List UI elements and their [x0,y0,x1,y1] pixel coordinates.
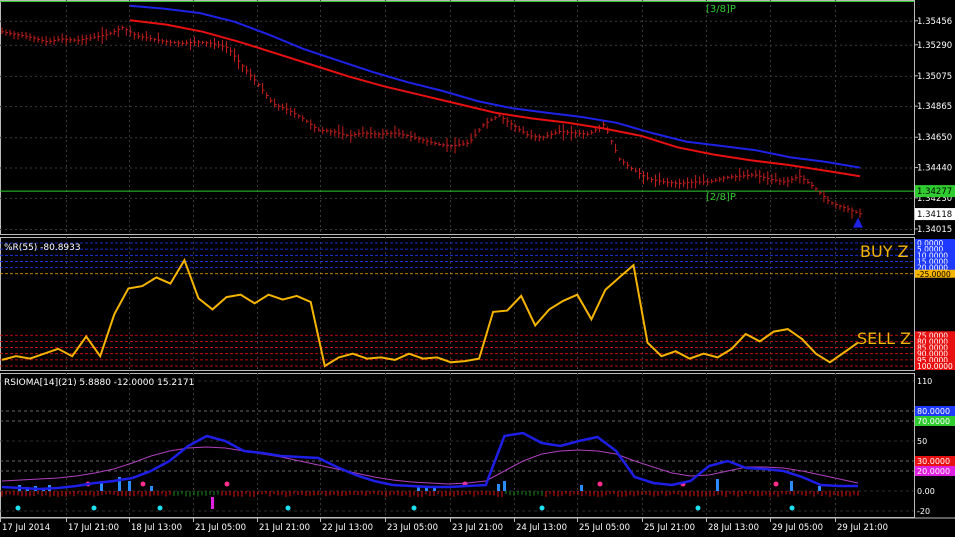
signal-dot-magenta [224,481,230,487]
time-tick-label: 25 Jul 21:00 [644,523,695,533]
rsioma-tick-label: -20 [917,507,930,516]
sell-zone-label: SELL Z [857,329,911,348]
signal-bar-magenta [211,497,214,509]
signal-dot-cyan [91,505,97,511]
rsioma-positive-bar [150,486,153,491]
signal-dot-cyan [789,505,795,511]
current-price-label: 1.34118 [917,210,952,220]
wpr-tick-label: 100.0000 [917,362,953,371]
rsioma-tick-label: 20.0000 [917,467,950,476]
time-tick-label: 17 Jul 2014 [2,523,50,533]
time-tick-label: 29 Jul 05:00 [772,523,823,533]
signal-dot-cyan [539,505,545,511]
time-tick-label: 17 Jul 21:00 [68,523,119,533]
signal-dot-magenta [597,481,603,487]
time-tick-label: 25 Jul 05:00 [579,523,630,533]
rsioma-tick-label: 110 [917,377,932,386]
time-tick-label: 21 Jul 05:00 [195,523,246,533]
signal-dot-cyan [15,505,21,511]
rsioma-positive-bar [503,481,506,491]
lower-pivot-label: [2/8]P [706,192,736,203]
time-tick-label: 22 Jul 13:00 [322,523,373,533]
buy-zone-label: BUY Z [860,242,909,261]
signal-dot-magenta [773,481,779,487]
time-tick-label: 18 Jul 13:00 [131,523,182,533]
price-tick-label: 1.35290 [917,41,952,51]
signal-dot-cyan [695,505,701,511]
rsioma-tick-label: 30.0000 [917,457,950,466]
upper-pivot-label: [3/8]P [706,4,736,15]
rsioma-tick-label: 70.0000 [917,417,950,426]
rsioma-tick-label: 50 [917,437,927,446]
price-tick-label: 1.34650 [917,133,952,143]
signal-dot-cyan [157,505,163,511]
price-tick-label: 1.34015 [917,225,952,235]
rsioma-positive-bar [497,484,500,491]
rsioma-tick-label: 80.0000 [917,407,950,416]
background [0,0,955,537]
price-tick-label: 1.35075 [917,72,952,82]
chart-canvas: [3/8]P [2/8]P ▲ 1.35456 1.35290 1.35075 1.3… [0,0,955,537]
time-tick-label: 21 Jul 21:00 [259,523,310,533]
rsioma-positive-bar [818,486,821,491]
rsioma-positive-bar [790,481,793,491]
rsioma-positive-bar [580,485,583,491]
price-tick-label: 1.34865 [917,102,952,112]
pivot-price-label: 1.34277 [917,187,952,197]
time-tick-label: 29 Jul 21:00 [837,523,888,533]
time-tick-label: 23 Jul 21:00 [452,523,503,533]
time-tick-label: 24 Jul 13:00 [516,523,567,533]
signal-dot-cyan [285,505,291,511]
wpr-tick-label: -25.0000 [917,270,951,279]
arrow-up-icon: ▲ [853,215,863,230]
signal-dot-magenta [140,481,146,487]
rsioma-positive-bar [128,481,131,491]
rsioma-tick-label: 0.00 [917,487,935,496]
wpr-title: %R(55) -80.8933 [4,243,81,253]
signal-dot-cyan [411,505,417,511]
price-tick-label: 1.35456 [917,17,952,27]
rsioma-title: RSIOMA[14](21) 5.8880 -12.0000 15.2171 [4,378,194,388]
rsioma-positive-bar [716,479,719,491]
time-tick-label: 28 Jul 13:00 [708,523,759,533]
time-tick-label: 23 Jul 05:00 [387,523,438,533]
price-tick-label: 1.34440 [917,164,952,174]
